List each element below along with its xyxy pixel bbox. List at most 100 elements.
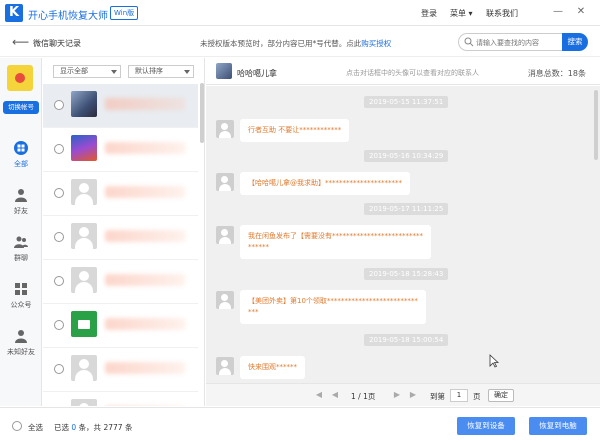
select-radio[interactable] [54, 100, 64, 110]
prev-page-icon[interactable]: ◀ [330, 390, 340, 400]
default-avatar-icon [71, 267, 97, 293]
contact-us-link[interactable]: 联系我们 [486, 8, 518, 19]
chat-tip: 点击对话框中的头像可以查看对应的联系人 [346, 69, 479, 77]
contact-row[interactable] [43, 260, 198, 304]
message-avatar-icon[interactable] [216, 173, 234, 191]
sort-select[interactable]: 默认排序 [128, 65, 194, 78]
contact-list-scrollbar[interactable] [200, 83, 204, 143]
chevron-down-icon: ▾ [468, 9, 473, 18]
select-radio[interactable] [54, 188, 64, 198]
contact-row[interactable] [43, 216, 198, 260]
contact-name-blurred [105, 362, 185, 374]
message-timestamp: 2019-05-18 15:00:54 [364, 334, 449, 346]
left-nav: 切换帐号 全部 好友 群聊 公众号 未知好友 [0, 58, 42, 406]
contact-row[interactable] [43, 304, 198, 348]
contact-name-blurred [105, 186, 185, 198]
breadcrumb: 微信聊天记录 [33, 39, 81, 48]
search-input[interactable] [476, 36, 560, 49]
message-text: 【美团外卖】第10个领取************************** [248, 297, 418, 305]
title-bar: K 开心手机恢复大师 Win版 登录 菜单 ▾ 联系我们 — ✕ [0, 0, 600, 26]
contact-row[interactable] [43, 128, 198, 172]
message-timestamp: 2019-05-17 11:11:25 [364, 203, 449, 215]
contact-row[interactable] [43, 392, 198, 406]
contact-name-blurred [105, 98, 185, 110]
person-icon [15, 189, 27, 202]
license-notice: 未授权版本预览时，部分内容已用*号代替。点此购买授权 [200, 38, 391, 49]
nav-item-all[interactable]: 全部 [0, 141, 42, 181]
message-total: 消息总数：18条 [527, 69, 586, 78]
nav-label: 群聊 [14, 254, 28, 262]
unknown-person-icon [15, 330, 27, 343]
message-timestamp: 2019-05-18 15:28:43 [364, 268, 449, 280]
message-avatar-icon[interactable] [216, 357, 234, 375]
nav-item-groups[interactable]: 群聊 [0, 235, 42, 275]
select-radio[interactable] [54, 144, 64, 154]
contact-name-blurred [105, 274, 185, 286]
restore-to-device-button[interactable]: 恢复到设备 [457, 417, 515, 435]
message-bubble: 【美团外卖】第10个领取************************** **… [240, 290, 426, 324]
message-bubble: 【哈哈噶儿拿@我求助】********************** [240, 172, 410, 195]
app-title: 开心手机恢复大师 [28, 11, 108, 22]
select-radio[interactable] [54, 320, 64, 330]
message-avatar-icon[interactable] [216, 226, 234, 244]
message-avatar-icon[interactable] [216, 120, 234, 138]
contact-row[interactable] [43, 84, 198, 128]
caret-down-icon [184, 70, 190, 74]
contact-row[interactable] [43, 172, 198, 216]
contact-row[interactable] [43, 348, 198, 392]
goto-label: 到第 [430, 392, 445, 401]
group-icon [14, 236, 28, 248]
chat-contact-avatar[interactable] [216, 63, 232, 79]
chat-header: 哈哈噶儿拿 点击对话框中的头像可以查看对应的联系人 消息总数：18条 [206, 58, 600, 85]
menu-dropdown[interactable]: 菜单 ▾ [450, 8, 473, 19]
message-text: 【哈哈噶儿拿@我求助】********************** [248, 179, 402, 187]
last-page-icon[interactable]: ▶ [408, 390, 418, 400]
contact-name-blurred [105, 318, 185, 330]
nav-label: 全部 [14, 160, 28, 168]
restore-to-pc-button[interactable]: 恢复到电脑 [529, 417, 587, 435]
nav-item-official-accounts[interactable]: 公众号 [0, 282, 42, 322]
file-transfer-avatar [71, 311, 97, 337]
selection-count: 已选 0 条，共 2777 条 [54, 422, 132, 433]
chat-messages: 2019-05-15 11:37:51 行者互助 不要让************… [206, 86, 600, 383]
select-radio[interactable] [54, 276, 64, 286]
switch-account-button[interactable]: 切换帐号 [3, 101, 39, 114]
contact-list: 显示全部 默认排序 [43, 58, 205, 406]
edition-badge: Win版 [110, 6, 139, 20]
message-timestamp: 2019-05-15 11:37:51 [364, 96, 449, 108]
buy-license-link[interactable]: 购买授权 [361, 39, 391, 48]
close-icon[interactable]: ✕ [574, 5, 588, 19]
first-page-icon[interactable]: ◀ [314, 390, 324, 400]
selected-mid: 条，共 [78, 423, 102, 432]
license-notice-text: 未授权版本预览时，部分内容已用*号代替。点此 [200, 39, 362, 48]
footer-bar: 全选 已选 0 条，共 2777 条 恢复到设备 恢复到电脑 [0, 407, 600, 442]
message-timestamp: 2019-05-16 10:34:29 [364, 150, 449, 162]
page-unit: 页 [473, 392, 481, 401]
page-number-input[interactable]: 1 [450, 389, 468, 402]
folder-icon [78, 320, 90, 329]
message-text-cont: *** [248, 308, 259, 316]
chat-contact-name: 哈哈噶儿拿 [237, 69, 277, 78]
menu-label: 菜单 [450, 9, 466, 18]
show-filter-label: 显示全部 [60, 67, 88, 75]
message-text-cont: ****** [248, 243, 269, 251]
nav-item-unknown-friends[interactable]: 未知好友 [0, 329, 42, 369]
search-button[interactable]: 搜索 [562, 33, 588, 51]
goto-confirm-button[interactable]: 确定 [488, 389, 514, 402]
nav-item-friends[interactable]: 好友 [0, 188, 42, 228]
select-radio[interactable] [54, 232, 64, 242]
select-all-radio[interactable] [12, 421, 22, 431]
grid-icon [14, 141, 28, 155]
page-info: 1 / 1页 [351, 392, 376, 401]
select-all-label[interactable]: 全选 [28, 422, 43, 433]
next-page-icon[interactable]: ▶ [392, 390, 402, 400]
chat-scrollbar[interactable] [594, 90, 598, 160]
contact-avatar [71, 135, 97, 161]
back-arrow-icon[interactable]: ⟵ [12, 35, 29, 49]
show-filter-select[interactable]: 显示全部 [53, 65, 121, 78]
select-radio[interactable] [54, 364, 64, 374]
message-text: 快来围观****** [248, 363, 297, 371]
message-avatar-icon[interactable] [216, 291, 234, 309]
minimize-icon[interactable]: — [551, 5, 565, 19]
login-link[interactable]: 登录 [421, 8, 437, 19]
